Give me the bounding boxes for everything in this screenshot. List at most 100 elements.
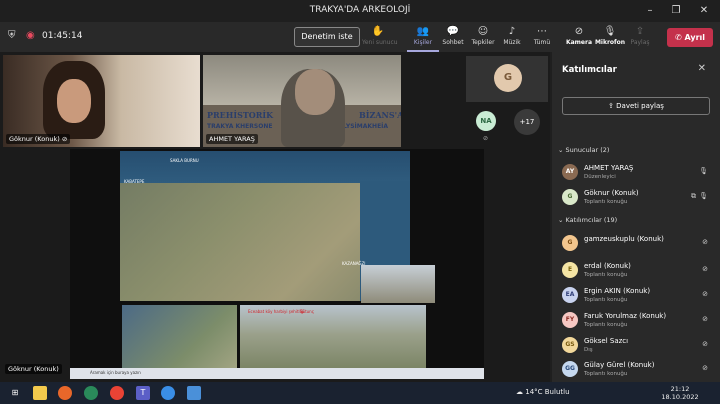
reactions-button[interactable]: ☺ Tepkiler bbox=[467, 25, 499, 46]
banner-text-2b: LYSİMAKHEİA bbox=[343, 123, 389, 130]
list-item[interactable]: AY AHMET YARAŞ Düzenleyici 🎙 bbox=[562, 162, 712, 184]
map-label: KABATEPE bbox=[124, 179, 145, 184]
participants-panel: Katılımcılar ✕ ⇪ Daveti paylaş ⌄ Sunucul… bbox=[552, 52, 720, 382]
people-icon: 👥 bbox=[416, 26, 430, 37]
presenters-section-header[interactable]: ⌄ Sunucular (2) bbox=[558, 146, 609, 154]
video-name-tag: Göknur (Konuk) ⊘ bbox=[6, 134, 71, 144]
banner-text-2: TRAKYA KHERSONE bbox=[207, 123, 273, 130]
list-item[interactable]: GS Göksel Sazcı Dış ⊘ bbox=[562, 335, 712, 357]
video-tile-goknur[interactable]: Göknur (Konuk) ⊘ bbox=[3, 55, 200, 147]
avatar[interactable]: NA bbox=[476, 111, 496, 131]
weather-widget[interactable]: ☁ 14°C Bulutlu bbox=[516, 388, 570, 396]
video-name-tag: AHMET YARAŞ bbox=[206, 134, 258, 144]
overflow-count-button[interactable]: +17 bbox=[514, 109, 540, 135]
music-button[interactable]: ♪ Müzik bbox=[496, 25, 528, 46]
more-button[interactable]: ⋯ Tümü bbox=[526, 25, 558, 46]
ruins-photo bbox=[361, 265, 435, 303]
more-icon: ⋯ bbox=[537, 26, 547, 37]
chat-button[interactable]: 💬 Sohbet bbox=[437, 25, 469, 46]
mic-off-icon: ⊘ bbox=[702, 265, 708, 273]
request-control-button[interactable]: Denetim iste bbox=[294, 27, 360, 47]
start-icon[interactable]: ⊞ bbox=[8, 386, 22, 400]
share-icon: ⇪ bbox=[608, 102, 614, 110]
attendees-section-header[interactable]: ⌄ Katılımcılar (19) bbox=[558, 216, 617, 224]
firefox-icon[interactable] bbox=[58, 386, 72, 400]
cloud-icon: ☁ bbox=[516, 388, 523, 396]
mic-off-icon: ⊘ bbox=[702, 364, 708, 372]
mic-off-icon: ⊘ bbox=[483, 135, 489, 142]
close-icon[interactable]: ✕ bbox=[698, 63, 706, 74]
phone-icon: ✆ bbox=[674, 33, 682, 42]
close-window-button[interactable]: ✕ bbox=[694, 3, 714, 19]
app-icon[interactable] bbox=[84, 386, 98, 400]
panel-title: Katılımcılar bbox=[562, 65, 617, 75]
mic-off-icon: ⊘ bbox=[61, 135, 68, 143]
avatar: GG bbox=[562, 361, 578, 377]
video-tile-ahmet[interactable]: PREHİSTORİK BİZANS'A TRAKYA KHERSONE LYS… bbox=[203, 55, 401, 147]
file-explorer-icon[interactable] bbox=[33, 386, 47, 400]
reaction-icon: ☺ bbox=[477, 26, 489, 37]
avatar: G bbox=[494, 64, 522, 92]
window-title: TRAKYA'DA ARKEOLOJİ bbox=[309, 5, 411, 15]
meeting-toolbar: ⛨ ◉ 01:45:14 Denetim iste ✋ Yeni sunucu … bbox=[0, 22, 720, 52]
list-item[interactable]: FY Faruk Yorulmaz (Konuk) Toplantı konuğ… bbox=[562, 310, 712, 332]
system-clock[interactable]: 21:12 18.10.2022 bbox=[660, 385, 700, 401]
share-invite-button[interactable]: ⇪ Daveti paylaş bbox=[562, 97, 710, 115]
meeting-timer: 01:45:14 bbox=[42, 31, 83, 41]
app-icon[interactable] bbox=[187, 386, 201, 400]
avatar: G bbox=[562, 189, 578, 205]
shield-icon: ⛨ bbox=[8, 30, 16, 41]
participant-face bbox=[57, 79, 91, 123]
new-presenter-button[interactable]: ✋ Yeni sunucu bbox=[362, 25, 398, 46]
title-bar: TRAKYA'DA ARKEOLOJİ – ❐ ✕ bbox=[0, 0, 720, 22]
photo-annotation: Eceabat köy harbiyi şehitliği bbox=[248, 309, 305, 314]
list-item[interactable]: EA Ergin AKIN (Konuk) Toplantı konuğu ⊘ bbox=[562, 285, 712, 307]
sea-area bbox=[120, 151, 410, 183]
mic-off-icon: ⊘ bbox=[702, 315, 708, 323]
presenter-name-tag: Göknur (Konuk) bbox=[5, 364, 62, 374]
list-item[interactable]: GG Gülay Gürel (Konuk) Toplantı konuğu ⊘ bbox=[562, 359, 712, 381]
restore-button[interactable]: ❐ bbox=[666, 3, 686, 19]
mic-icon: 🎙 bbox=[699, 192, 708, 200]
shared-screen[interactable]: SAKLA BURNU KABATEPE KAZANAĞZI Eceabat k… bbox=[70, 149, 484, 379]
windows-taskbar: ⊞ T ☁ 14°C Bulutlu 21:12 18.10.2022 bbox=[0, 382, 720, 404]
chrome-icon[interactable] bbox=[110, 386, 124, 400]
mic-off-icon: ⊘ bbox=[702, 238, 708, 246]
avatar: AY bbox=[562, 164, 578, 180]
list-item[interactable]: G Göknur (Konuk) Toplantı konuğu ⧉ 🎙 bbox=[562, 187, 712, 209]
teams-icon[interactable]: T bbox=[136, 386, 150, 400]
camera-off-icon: ⊘ bbox=[574, 26, 584, 37]
avatar: FY bbox=[562, 312, 578, 328]
participant-face bbox=[295, 69, 335, 115]
mic-off-icon: ⊘ bbox=[702, 290, 708, 298]
mic-icon: 🎙 bbox=[699, 167, 708, 175]
minimize-button[interactable]: – bbox=[640, 3, 660, 19]
recording-icon: ◉ bbox=[26, 30, 35, 41]
screen-share-icon: ⧉ bbox=[691, 192, 696, 200]
list-item[interactable]: E erdal (Konuk) Toplantı konuğu ⊘ bbox=[562, 260, 712, 282]
avatar: EA bbox=[562, 287, 578, 303]
mic-off-icon: ⊘ bbox=[702, 340, 708, 348]
avatar: E bbox=[562, 262, 578, 278]
photo-annotation: Sütunç bbox=[300, 309, 314, 314]
camera-button[interactable]: ⊘ Kamera bbox=[563, 25, 595, 46]
video-tile-g[interactable]: G bbox=[466, 56, 548, 102]
list-item[interactable]: G gamzeuskuplu (Konuk) ⊘ bbox=[562, 233, 712, 255]
banner-text-1b: BİZANS'A bbox=[359, 110, 401, 120]
share-icon: ⇪ bbox=[635, 26, 645, 37]
map-label: SAKLA BURNU bbox=[170, 158, 199, 163]
chat-icon: 💬 bbox=[446, 26, 460, 37]
app-icon[interactable] bbox=[161, 386, 175, 400]
music-icon: ♪ bbox=[508, 26, 516, 37]
avatar: GS bbox=[562, 337, 578, 353]
share-button[interactable]: ⇪ Paylaş bbox=[624, 25, 656, 46]
banner-text-1: PREHİSTORİK bbox=[207, 110, 274, 120]
microphone-button[interactable]: 🎙 Mikrofon bbox=[594, 25, 626, 46]
meeting-stage: Göknur (Konuk) ⊘ PREHİSTORİK BİZANS'A TR… bbox=[0, 52, 550, 382]
hand-icon: ✋ bbox=[371, 26, 385, 37]
leave-button[interactable]: ✆ Ayrıl bbox=[667, 28, 713, 47]
shared-taskbar: Aramak için buraya yazın bbox=[70, 368, 484, 379]
mic-off-icon: 🎙 bbox=[603, 26, 617, 37]
avatar: G bbox=[562, 235, 578, 251]
people-button[interactable]: 👥 Kişiler bbox=[407, 25, 439, 52]
